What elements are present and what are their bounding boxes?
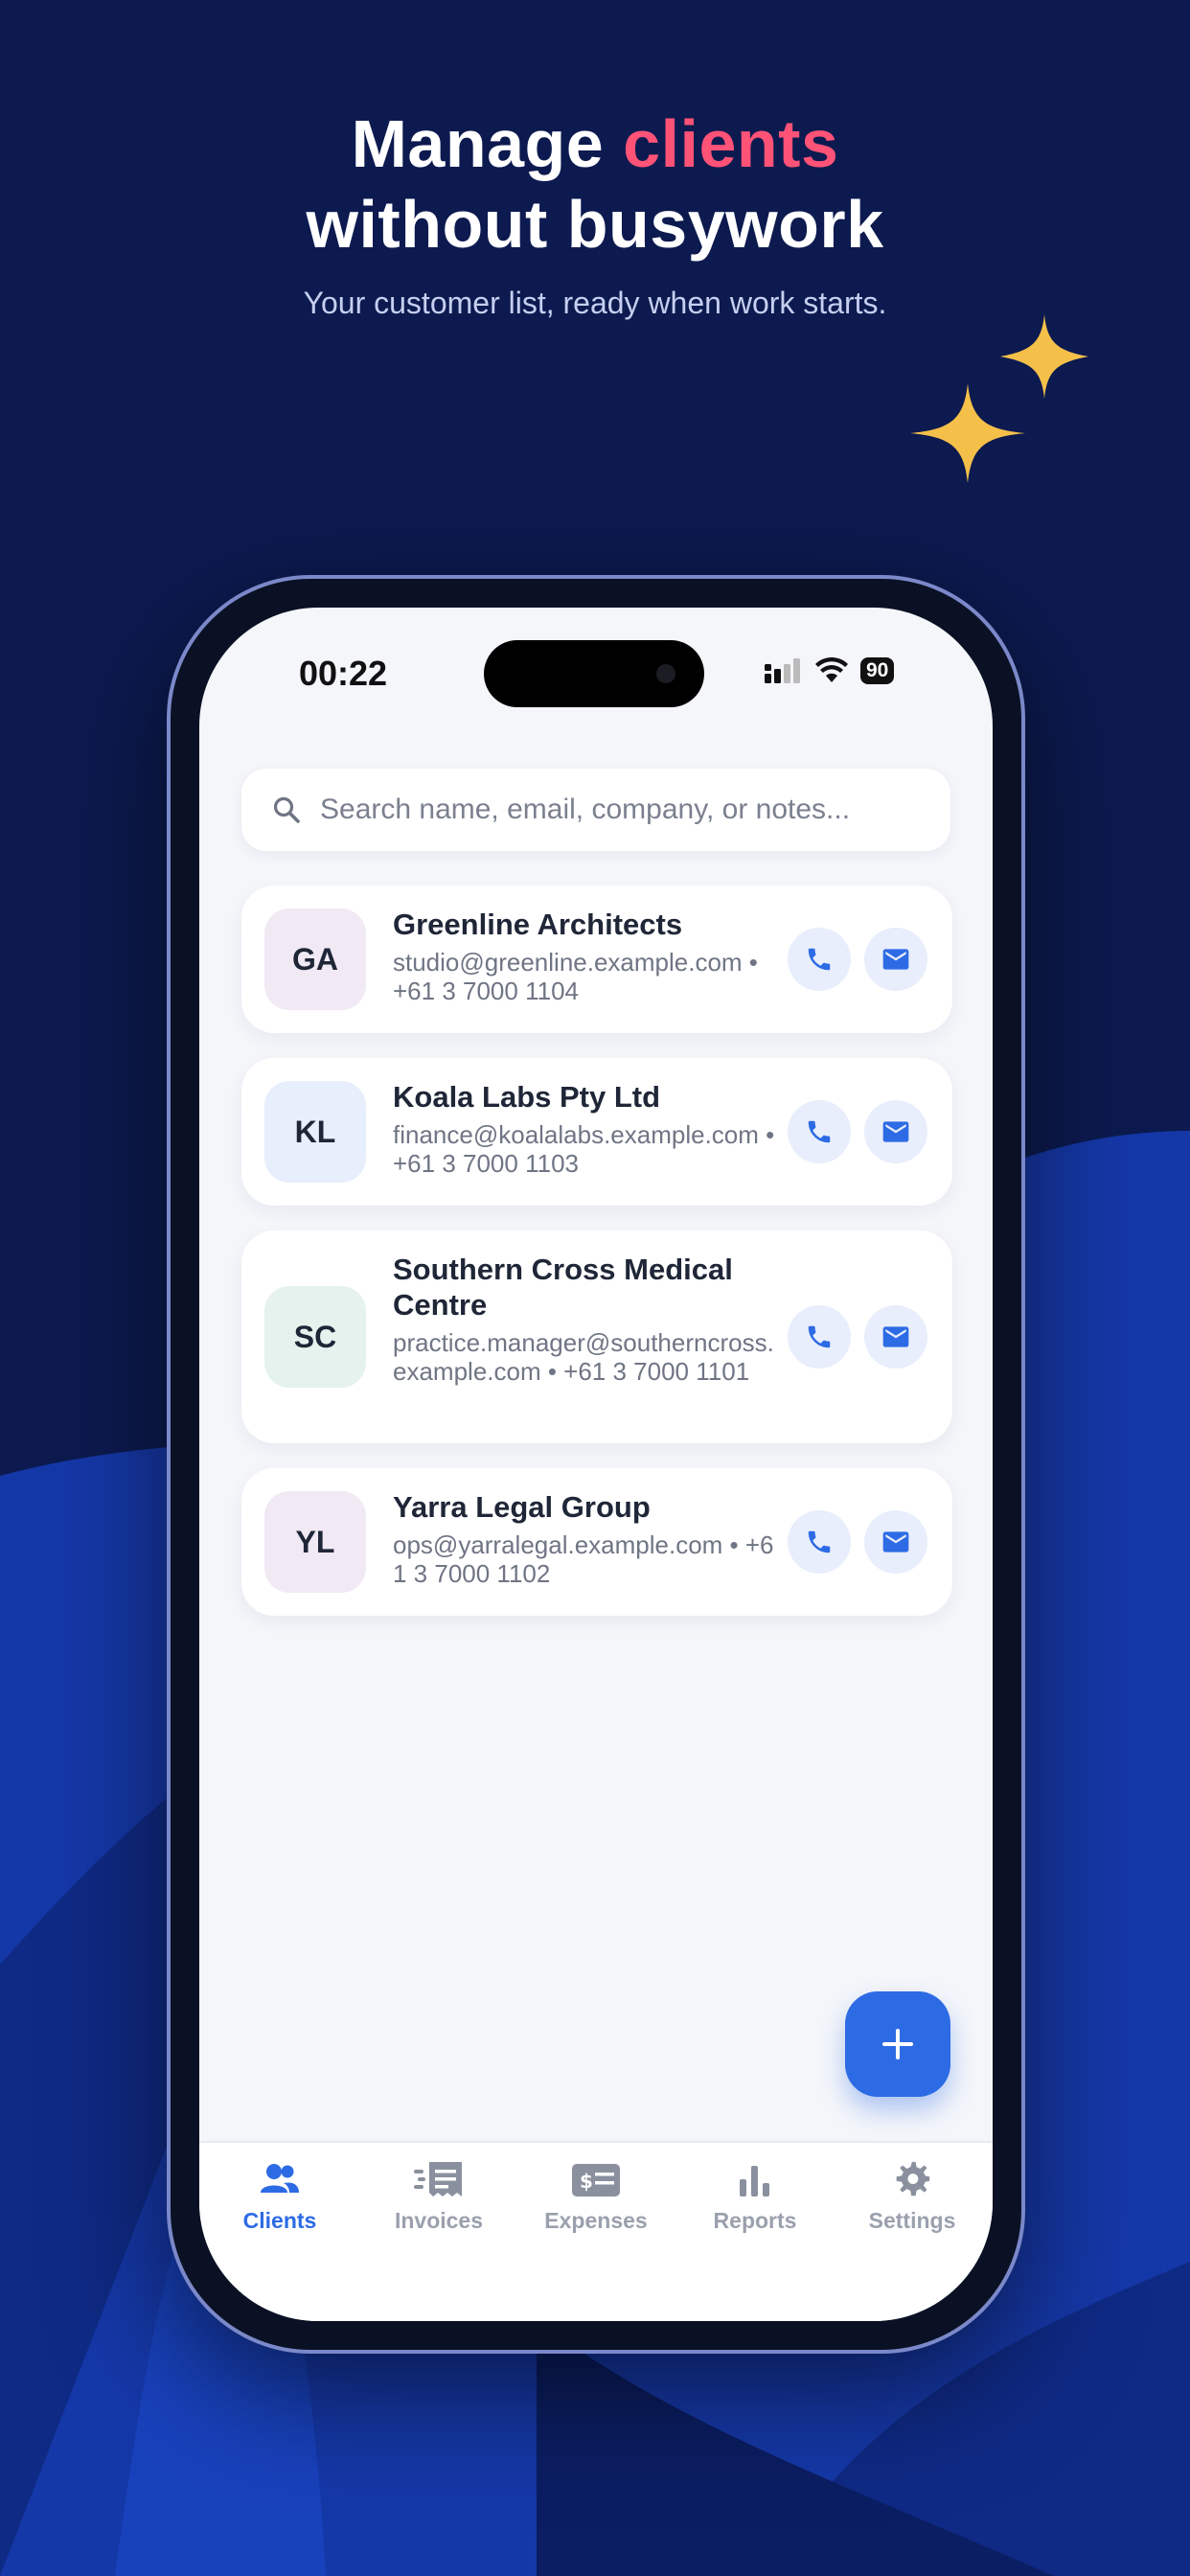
- svg-text:$: $: [580, 2170, 593, 2193]
- hero-headline: Manage clients without busywork: [0, 104, 1190, 264]
- call-button[interactable]: [788, 1510, 851, 1574]
- headline-line2: without busywork: [306, 187, 884, 262]
- client-card[interactable]: GA Greenline Architects studio@greenline…: [241, 886, 952, 1033]
- client-name: Southern Cross Medical Centre: [393, 1253, 733, 1322]
- avatar: SC: [264, 1286, 366, 1388]
- email-button[interactable]: [864, 1305, 927, 1368]
- money-icon: $: [572, 2164, 620, 2196]
- avatar: YL: [264, 1491, 366, 1593]
- mail-icon: [882, 1531, 909, 1552]
- client-name: Greenline Architects: [393, 908, 683, 941]
- client-card[interactable]: KL Koala Labs Pty Ltd finance@koalalabs.…: [241, 1058, 952, 1206]
- plus-icon: [882, 2029, 913, 2059]
- tab-reports[interactable]: Reports: [678, 2160, 832, 2234]
- client-name: Koala Labs Pty Ltd: [393, 1080, 661, 1114]
- headline-accent: clients: [623, 106, 839, 181]
- avatar: GA: [264, 908, 366, 1010]
- client-card[interactable]: SC Southern Cross Medical Centre practic…: [241, 1230, 952, 1443]
- bottom-tab-bar: Clients Invoices $ Expenses Reports Sett…: [199, 2141, 993, 2321]
- tab-label: Invoices: [394, 2208, 484, 2233]
- search-bar[interactable]: Search name, email, company, or notes...: [241, 769, 950, 851]
- mail-icon: [882, 1326, 909, 1347]
- sparkle-icon-small: [1000, 314, 1088, 399]
- client-info: Koala Labs Pty Ltd finance@koalalabs.exa…: [393, 1079, 776, 1178]
- search-input[interactable]: Search name, email, company, or notes...: [320, 794, 850, 826]
- search-icon: [273, 796, 300, 823]
- add-client-button[interactable]: [845, 1991, 950, 2097]
- tab-settings[interactable]: Settings: [835, 2160, 989, 2234]
- camera-icon: [656, 664, 675, 683]
- gear-icon: [896, 2161, 930, 2196]
- client-name: Yarra Legal Group: [393, 1490, 651, 1524]
- client-info: Yarra Legal Group ops@yarralegal.example…: [393, 1489, 776, 1588]
- status-time: 00:22: [299, 654, 388, 693]
- status-icons: 90: [765, 656, 895, 686]
- client-contact: studio@greenline.example.com • +61 3 700…: [393, 948, 758, 1005]
- dynamic-island: [484, 640, 704, 707]
- tab-expenses[interactable]: $ Expenses: [519, 2160, 673, 2234]
- call-button[interactable]: [788, 928, 851, 991]
- tab-label: Clients: [242, 2208, 317, 2233]
- mail-icon: [882, 1121, 909, 1142]
- bar-chart-icon: [740, 2166, 769, 2196]
- email-button[interactable]: [864, 1100, 927, 1163]
- call-button[interactable]: [788, 1100, 851, 1163]
- client-card[interactable]: YL Yarra Legal Group ops@yarralegal.exam…: [241, 1468, 952, 1616]
- call-button[interactable]: [788, 1305, 851, 1368]
- client-info: Southern Cross Medical Centre practice.m…: [393, 1252, 776, 1386]
- people-icon: [261, 2164, 299, 2193]
- email-button[interactable]: [864, 928, 927, 991]
- phone-icon: [808, 948, 831, 971]
- wifi-icon: [815, 657, 848, 682]
- phone-icon: [808, 1120, 831, 1143]
- tab-clients[interactable]: Clients: [203, 2160, 356, 2234]
- receipt-icon: [414, 2162, 462, 2196]
- client-info: Greenline Architects studio@greenline.ex…: [393, 907, 776, 1005]
- app-screen: 00:22 90 Search name, email, company, or…: [199, 608, 993, 2321]
- client-contact: ops@yarralegal.example.com • +61 3 7000 …: [393, 1530, 774, 1588]
- mail-icon: [882, 949, 909, 970]
- tab-label: Expenses: [544, 2208, 648, 2233]
- phone-frame: 00:22 90 Search name, email, company, or…: [167, 575, 1025, 2354]
- headline-part1: Manage: [351, 106, 624, 181]
- tab-label: Reports: [713, 2208, 797, 2233]
- avatar: KL: [264, 1081, 366, 1183]
- email-button[interactable]: [864, 1510, 927, 1574]
- battery-indicator: 90: [860, 657, 895, 684]
- phone-icon: [808, 1530, 831, 1553]
- tab-invoices[interactable]: Invoices: [362, 2160, 515, 2234]
- tab-label: Settings: [868, 2208, 956, 2233]
- client-contact: practice.manager@southerncross.example.c…: [393, 1328, 774, 1386]
- client-contact: finance@koalalabs.example.com • +61 3 70…: [393, 1120, 775, 1178]
- signal-icon: [765, 658, 800, 683]
- phone-icon: [808, 1325, 831, 1348]
